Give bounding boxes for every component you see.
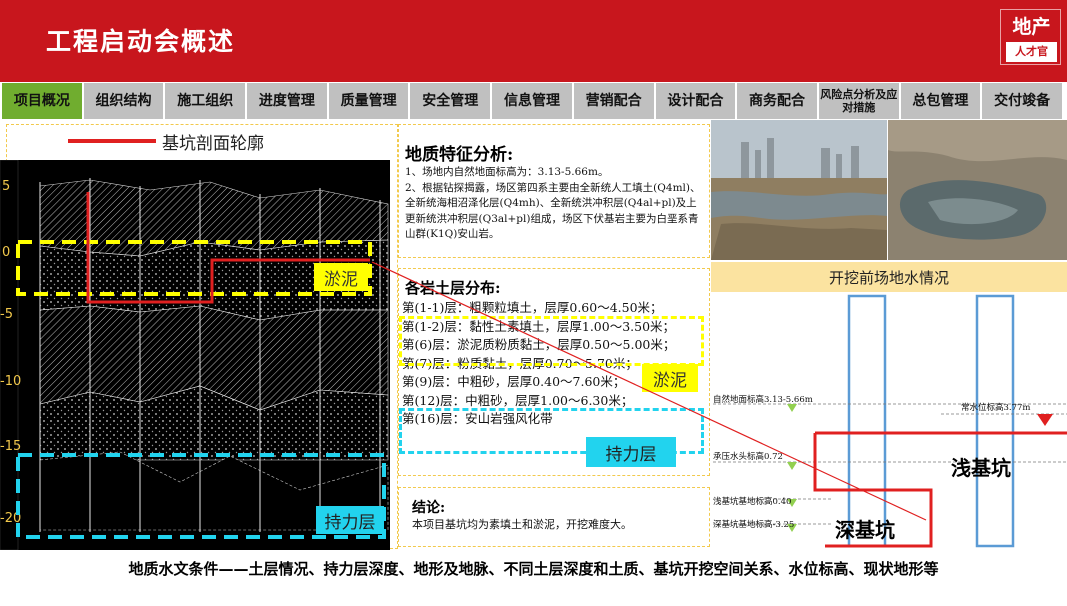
footer-summary: 地质水文条件——土层情况、持力层深度、地形及地脉、不同土层深度和土质、基坑开挖空… [128,560,939,578]
connector-line [371,261,927,521]
